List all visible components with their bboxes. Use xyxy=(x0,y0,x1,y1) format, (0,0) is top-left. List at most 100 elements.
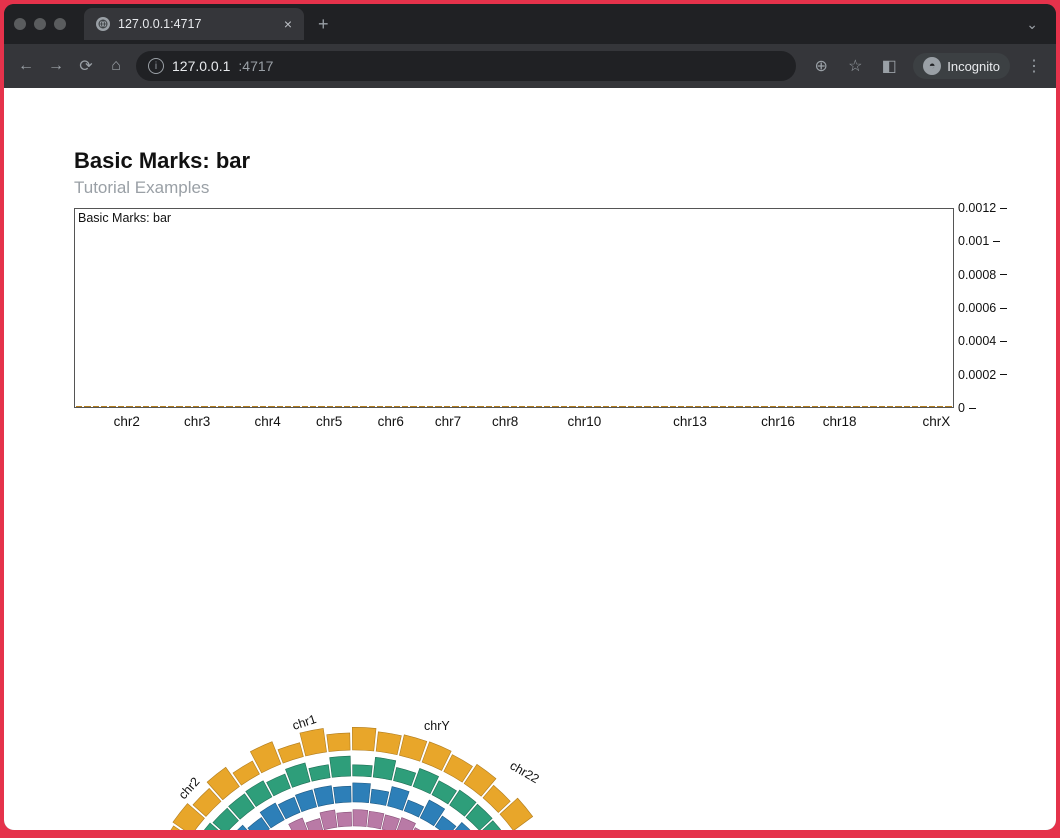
bar xyxy=(611,406,617,407)
x-tick-label: chr7 xyxy=(435,414,461,429)
bar xyxy=(394,406,400,407)
browser-tab[interactable]: 127.0.0.1:4717 × xyxy=(84,8,304,40)
bar xyxy=(76,406,82,407)
ring-segment xyxy=(370,789,388,805)
bar xyxy=(703,406,709,407)
x-tick-label: chrX xyxy=(923,414,951,429)
back-button[interactable]: ← xyxy=(16,57,36,75)
ring-segment xyxy=(404,800,424,817)
bar xyxy=(243,406,249,407)
bar xyxy=(945,406,951,407)
maximize-window-icon[interactable] xyxy=(54,18,66,30)
ring-segment xyxy=(320,810,337,830)
bar xyxy=(544,406,550,407)
bar-chart[interactable]: Basic Marks: bar 00.00020.00040.00060.00… xyxy=(74,208,986,438)
home-button[interactable]: ⌂ xyxy=(106,57,126,75)
bookmark-star-icon[interactable]: ☆ xyxy=(845,56,865,76)
arc-label-chr2: chr2 xyxy=(176,775,203,802)
bar xyxy=(887,406,893,407)
circular-chart[interactable]: chr1 chr2 chr3 chrY chr22 chr18 chr17 ch… xyxy=(74,568,634,830)
bar xyxy=(686,406,692,407)
bar xyxy=(285,406,291,407)
y-tick: 0.0008 xyxy=(958,268,1007,282)
y-axis: 00.00020.00040.00060.00080.0010.0012 xyxy=(958,208,1030,408)
toolbar-right: ⊕ ☆ ◧ ◓ Incognito ⋮ xyxy=(811,53,1044,79)
ring-segment xyxy=(327,733,350,752)
side-panel-icon[interactable]: ◧ xyxy=(879,56,899,76)
chart-subtitle: Tutorial Examples xyxy=(74,178,986,198)
bar xyxy=(126,406,132,407)
url-port: :4717 xyxy=(238,58,273,74)
bar xyxy=(853,406,859,407)
bar xyxy=(469,406,475,407)
bar xyxy=(160,406,166,407)
tabs-dropdown-icon[interactable]: ⌄ xyxy=(1018,16,1046,33)
reload-button[interactable]: ⟳ xyxy=(76,56,96,76)
arc-label-chr22: chr22 xyxy=(508,758,542,786)
bar xyxy=(168,406,174,407)
bar xyxy=(803,406,809,407)
bar xyxy=(761,406,767,407)
bar xyxy=(486,406,492,407)
bar xyxy=(578,406,584,407)
bar xyxy=(93,406,99,407)
bar xyxy=(369,406,375,407)
bar xyxy=(569,406,575,407)
address-bar[interactable]: i 127.0.0.1:4717 xyxy=(136,51,796,81)
bar xyxy=(536,406,542,407)
bar xyxy=(636,406,642,407)
bar xyxy=(828,406,834,407)
bar xyxy=(812,406,818,407)
bar xyxy=(561,406,567,407)
ring-segment xyxy=(289,818,309,830)
site-info-icon[interactable]: i xyxy=(148,58,164,74)
bar xyxy=(820,406,826,407)
bar xyxy=(193,406,199,407)
incognito-icon: ◓ xyxy=(923,57,941,75)
ring-segment xyxy=(352,727,376,751)
incognito-badge[interactable]: ◓ Incognito xyxy=(913,53,1010,79)
x-tick-label: chr3 xyxy=(184,414,210,429)
close-window-icon[interactable] xyxy=(14,18,26,30)
globe-favicon-icon xyxy=(96,17,110,31)
new-tab-button[interactable]: + xyxy=(312,14,335,35)
bar xyxy=(653,406,659,407)
page-content: Basic Marks: bar Tutorial Examples Basic… xyxy=(4,88,1056,830)
bar xyxy=(920,406,926,407)
zoom-icon[interactable]: ⊕ xyxy=(811,56,831,76)
close-tab-icon[interactable]: × xyxy=(284,16,292,32)
bar xyxy=(109,406,115,407)
bar xyxy=(678,406,684,407)
bar xyxy=(344,406,350,407)
bar xyxy=(912,406,918,407)
bar xyxy=(670,406,676,407)
ring-segment xyxy=(300,728,327,756)
bar xyxy=(260,406,266,407)
forward-button[interactable]: → xyxy=(46,57,66,75)
bar xyxy=(862,406,868,407)
ring-segment xyxy=(278,743,303,763)
ring-segment xyxy=(399,735,426,761)
ring-segment xyxy=(285,763,310,787)
bar xyxy=(310,406,316,407)
bar xyxy=(795,406,801,407)
bar xyxy=(252,406,258,407)
bar xyxy=(201,406,207,407)
bar xyxy=(745,406,751,407)
bar xyxy=(519,406,525,407)
page-viewport[interactable]: Basic Marks: bar Tutorial Examples Basic… xyxy=(4,88,1056,830)
bar xyxy=(879,406,885,407)
bar xyxy=(586,406,592,407)
browser-window: 127.0.0.1:4717 × + ⌄ ← → ⟳ ⌂ i 127.0.0.1… xyxy=(4,4,1056,830)
incognito-label: Incognito xyxy=(947,59,1000,74)
bar xyxy=(870,406,876,407)
bar xyxy=(302,406,308,407)
bar xyxy=(218,406,224,407)
minimize-window-icon[interactable] xyxy=(34,18,46,30)
toolbar: ← → ⟳ ⌂ i 127.0.0.1:4717 ⊕ ☆ ◧ ◓ Incogni… xyxy=(4,44,1056,88)
circular-svg: chr1 chr2 chr3 chrY chr22 chr18 chr17 ch… xyxy=(74,568,634,830)
bar xyxy=(427,406,433,407)
ring-segment xyxy=(314,786,334,807)
bar xyxy=(695,406,701,407)
kebab-menu-icon[interactable]: ⋮ xyxy=(1024,56,1044,76)
